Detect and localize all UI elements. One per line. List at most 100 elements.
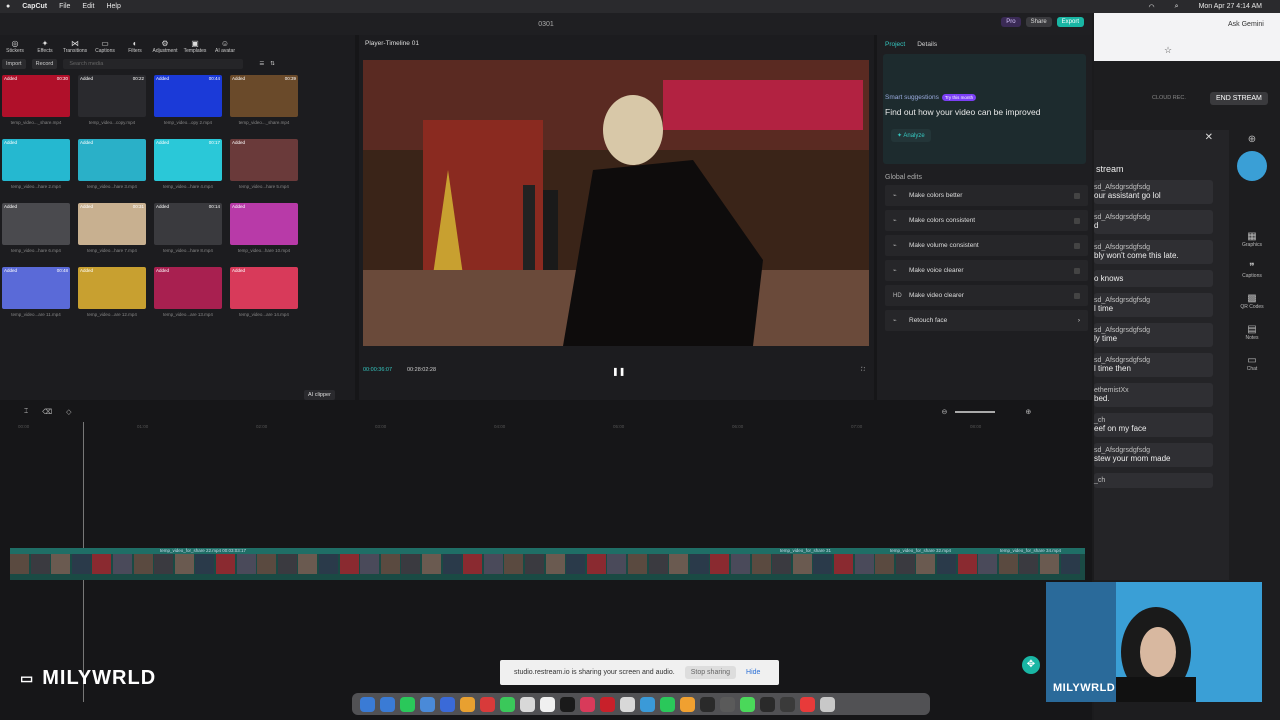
- media-thumb[interactable]: Added: [154, 267, 222, 309]
- menu-file[interactable]: File: [59, 3, 70, 10]
- tool-transitions[interactable]: ⋈ Transitions: [60, 39, 90, 57]
- sidebar-item[interactable]: ▭ Chat: [1232, 355, 1272, 372]
- dock-app-icon[interactable]: [780, 696, 795, 712]
- media-thumb[interactable]: Added: [78, 139, 146, 181]
- sidebar-item[interactable]: ❞ Captions: [1232, 262, 1272, 279]
- dock-app-icon[interactable]: [520, 696, 535, 712]
- pro-button[interactable]: Pro: [1001, 17, 1021, 27]
- media-thumb[interactable]: Added: [78, 267, 146, 309]
- export-button[interactable]: Export: [1056, 17, 1084, 27]
- dock-app-icon[interactable]: [580, 696, 595, 712]
- dock-app-icon[interactable]: [480, 696, 495, 712]
- apple-icon[interactable]: ●: [6, 3, 10, 10]
- clock[interactable]: Mon Apr 27 4:14 AM: [1199, 3, 1262, 10]
- pause-icon[interactable]: ❚❚: [612, 367, 625, 376]
- dock-app-icon[interactable]: [820, 696, 835, 712]
- dock-app-icon[interactable]: [720, 696, 735, 712]
- timeline-ruler[interactable]: 00:00 01:00 02:00 03:00 04:00 05:00 06:00 07:00…: [0, 424, 1092, 434]
- menu-help[interactable]: Help: [106, 3, 120, 10]
- search-icon[interactable]: ⌕: [1175, 3, 1179, 11]
- zoom-out-icon[interactable]: ⊖: [942, 408, 948, 416]
- media-thumb[interactable]: Added: [230, 203, 298, 245]
- avatar[interactable]: [1237, 151, 1267, 181]
- tool-adjustment[interactable]: ⚙ Adjustment: [150, 39, 180, 57]
- tool-stickers[interactable]: ◎ Stickers: [0, 39, 30, 57]
- media-thumb[interactable]: Added 00:44: [154, 75, 222, 117]
- list-view-icon[interactable]: ☰: [259, 61, 264, 67]
- edit-colors-consistent[interactable]: ⌁ Make colors consistent: [885, 210, 1088, 231]
- tool-captions[interactable]: ▭ Captions: [90, 39, 120, 57]
- edit-volume-consistent[interactable]: ⌁ Make volume consistent: [885, 235, 1088, 256]
- sidebar-item[interactable]: ▩ QR Codes: [1232, 293, 1272, 310]
- edit-retouch-face[interactable]: ⌁ Retouch face ›: [885, 310, 1088, 331]
- fullscreen-icon[interactable]: ⛶: [861, 367, 865, 374]
- media-thumb[interactable]: Added 00:48: [2, 267, 70, 309]
- dock-app-icon[interactable]: [440, 696, 455, 712]
- dock-app-icon[interactable]: [420, 696, 435, 712]
- edit-toggle[interactable]: [1074, 242, 1080, 249]
- edit-voice-clearer[interactable]: ⌁ Make voice clearer: [885, 260, 1088, 281]
- dock-app-icon[interactable]: [560, 696, 575, 712]
- hide-button[interactable]: Hide: [746, 669, 760, 676]
- split-icon[interactable]: ⌶: [24, 408, 28, 416]
- dock-app-icon[interactable]: [660, 696, 675, 712]
- dock-app-icon[interactable]: [620, 696, 635, 712]
- dock-app-icon[interactable]: [700, 696, 715, 712]
- edit-toggle[interactable]: [1074, 217, 1080, 224]
- dock-app-icon[interactable]: [600, 696, 615, 712]
- media-thumb[interactable]: Added 00:22: [78, 75, 146, 117]
- media-search-input[interactable]: Search media: [63, 59, 244, 69]
- tool-effects[interactable]: ✦ Effects: [30, 39, 60, 57]
- media-thumb[interactable]: Added: [230, 139, 298, 181]
- media-thumb[interactable]: Added: [2, 203, 70, 245]
- close-icon[interactable]: ✕: [1205, 132, 1213, 143]
- end-stream-button[interactable]: END STREAM: [1210, 92, 1268, 105]
- tool-ai-avatar[interactable]: ☺ AI avatar: [210, 39, 240, 57]
- dock-app-icon[interactable]: [640, 696, 655, 712]
- bookmark-star-icon[interactable]: ☆: [1164, 45, 1172, 56]
- tool-filters[interactable]: ◐ Filters: [120, 39, 150, 57]
- marker-icon[interactable]: ◇: [66, 408, 71, 416]
- stop-sharing-button[interactable]: Stop sharing: [684, 666, 737, 679]
- analyze-button[interactable]: ✦ Analyze: [891, 129, 931, 142]
- sidebar-item[interactable]: ▤ Notes: [1232, 324, 1272, 341]
- restream-bubble-icon[interactable]: ✥: [1022, 656, 1040, 674]
- dock-app-icon[interactable]: [760, 696, 775, 712]
- delete-icon[interactable]: ⌫: [42, 408, 52, 416]
- media-thumb[interactable]: Added: [2, 139, 70, 181]
- dock-app-icon[interactable]: [540, 696, 555, 712]
- import-button[interactable]: Import: [2, 59, 26, 69]
- video-preview[interactable]: [363, 60, 869, 346]
- edit-colors-better[interactable]: ⌁ Make colors better: [885, 185, 1088, 206]
- dock-app-icon[interactable]: [740, 696, 755, 712]
- dock-app-icon[interactable]: [460, 696, 475, 712]
- record-button[interactable]: Record: [31, 59, 58, 69]
- edit-toggle[interactable]: [1074, 192, 1080, 199]
- video-track[interactable]: temp_video_for_share 22.mp4 00:03:03:17 t…: [10, 548, 1085, 580]
- tab-details[interactable]: Details: [917, 41, 937, 48]
- ai-clipper-button[interactable]: AI clipper: [304, 390, 335, 400]
- sidebar-item[interactable]: ▦ Graphics: [1232, 231, 1272, 248]
- share-button[interactable]: Share: [1025, 17, 1052, 27]
- dock-app-icon[interactable]: [380, 696, 395, 712]
- menu-edit[interactable]: Edit: [82, 3, 94, 10]
- menu-app[interactable]: CapCut: [22, 3, 47, 10]
- sort-icon[interactable]: ⇅: [270, 61, 275, 67]
- media-thumb[interactable]: Added: [230, 267, 298, 309]
- zoom-in-icon[interactable]: ⊕: [1025, 408, 1031, 416]
- media-thumb[interactable]: Added 00:17: [154, 139, 222, 181]
- dock-app-icon[interactable]: [360, 696, 375, 712]
- media-thumb[interactable]: Added 00:31: [78, 203, 146, 245]
- edit-video-clearer[interactable]: HD Make video clearer: [885, 285, 1088, 306]
- tool-templates[interactable]: ▣ Templates: [180, 39, 210, 57]
- media-thumb[interactable]: Added 00:30: [2, 75, 70, 117]
- invite-icon[interactable]: ⊕: [1232, 134, 1272, 145]
- wifi-icon[interactable]: ◠: [1149, 3, 1155, 11]
- dock-app-icon[interactable]: [680, 696, 695, 712]
- media-thumb[interactable]: Added 00:39: [230, 75, 298, 117]
- dock-app-icon[interactable]: [400, 696, 415, 712]
- tab-project[interactable]: Project: [885, 41, 905, 48]
- ask-gemini-button[interactable]: Ask Gemini: [1228, 21, 1264, 28]
- media-thumb[interactable]: Added 00:14: [154, 203, 222, 245]
- dock-app-icon[interactable]: [800, 696, 815, 712]
